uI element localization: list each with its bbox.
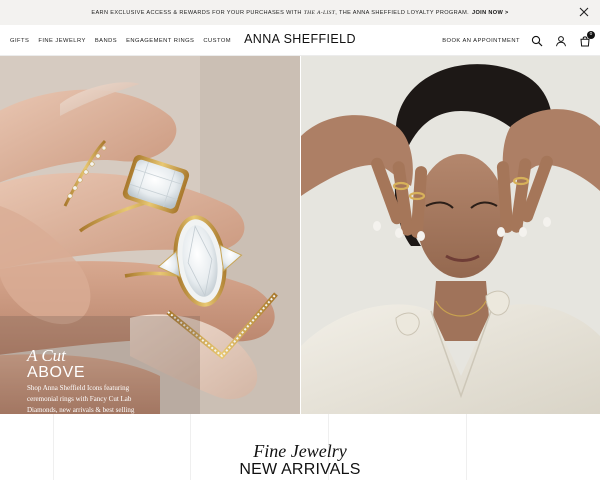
site-logo[interactable]: ANNA SHEFFIELD (244, 32, 356, 46)
site-header: GIFTS FINE JEWELRY BANDS ENGAGEMENT RING… (0, 25, 600, 56)
hero-heading-italic: A Cut (27, 346, 66, 365)
hero-image-model[interactable] (301, 56, 600, 414)
announcement-text-start: EARN EXCLUSIVE ACCESS & REWARDS FOR YOUR… (91, 9, 304, 16)
cart-button[interactable]: 0 (578, 30, 595, 48)
nav-item-bands[interactable]: BANDS (95, 38, 117, 44)
cart-count-badge: 0 (587, 30, 595, 39)
section-title: Fine Jewelry NEW ARRIVALS (0, 442, 600, 479)
hero-copy: A Cut ABOVE Shop Anna Sheffield Icons fe… (27, 347, 157, 414)
announcement-text: EARN EXCLUSIVE ACCESS & REWARDS FOR YOUR… (91, 10, 469, 16)
section-title-italic: Fine Jewelry (253, 441, 347, 461)
hero-description: Shop Anna Sheffield Icons featuring cere… (27, 384, 135, 414)
section-title-caps: NEW ARRIVALS (239, 461, 361, 478)
join-now-link[interactable]: JOIN NOW > (472, 10, 509, 16)
nav-item-engagement-rings[interactable]: ENGAGEMENT RINGS (126, 38, 194, 44)
announcement-text-end: , THE ANNA SHEFFIELD LOYALTY PROGRAM. (335, 9, 469, 16)
nav-item-custom[interactable]: CUSTOM (203, 38, 231, 44)
close-icon[interactable] (578, 6, 590, 18)
utility-nav: BOOK AN APPOINTMENT 0 (442, 25, 595, 56)
announcement-bar: EARN EXCLUSIVE ACCESS & REWARDS FOR YOUR… (0, 0, 600, 25)
hero-heading-caps: ABOVE (27, 364, 86, 381)
search-icon[interactable] (530, 34, 544, 48)
book-appointment-link[interactable]: BOOK AN APPOINTMENT (442, 38, 520, 44)
hero-image-rings[interactable]: A Cut ABOVE Shop Anna Sheffield Icons fe… (0, 56, 300, 414)
loyalty-program-name: THE A-LIST (303, 9, 336, 16)
nav-item-gifts[interactable]: GIFTS (10, 38, 29, 44)
primary-nav: GIFTS FINE JEWELRY BANDS ENGAGEMENT RING… (10, 25, 231, 56)
new-arrivals-section: Fine Jewelry NEW ARRIVALS (0, 414, 600, 480)
hero-banner: A Cut ABOVE Shop Anna Sheffield Icons fe… (0, 56, 600, 414)
nav-item-fine-jewelry[interactable]: FINE JEWELRY (38, 38, 86, 44)
account-icon[interactable] (554, 34, 568, 48)
